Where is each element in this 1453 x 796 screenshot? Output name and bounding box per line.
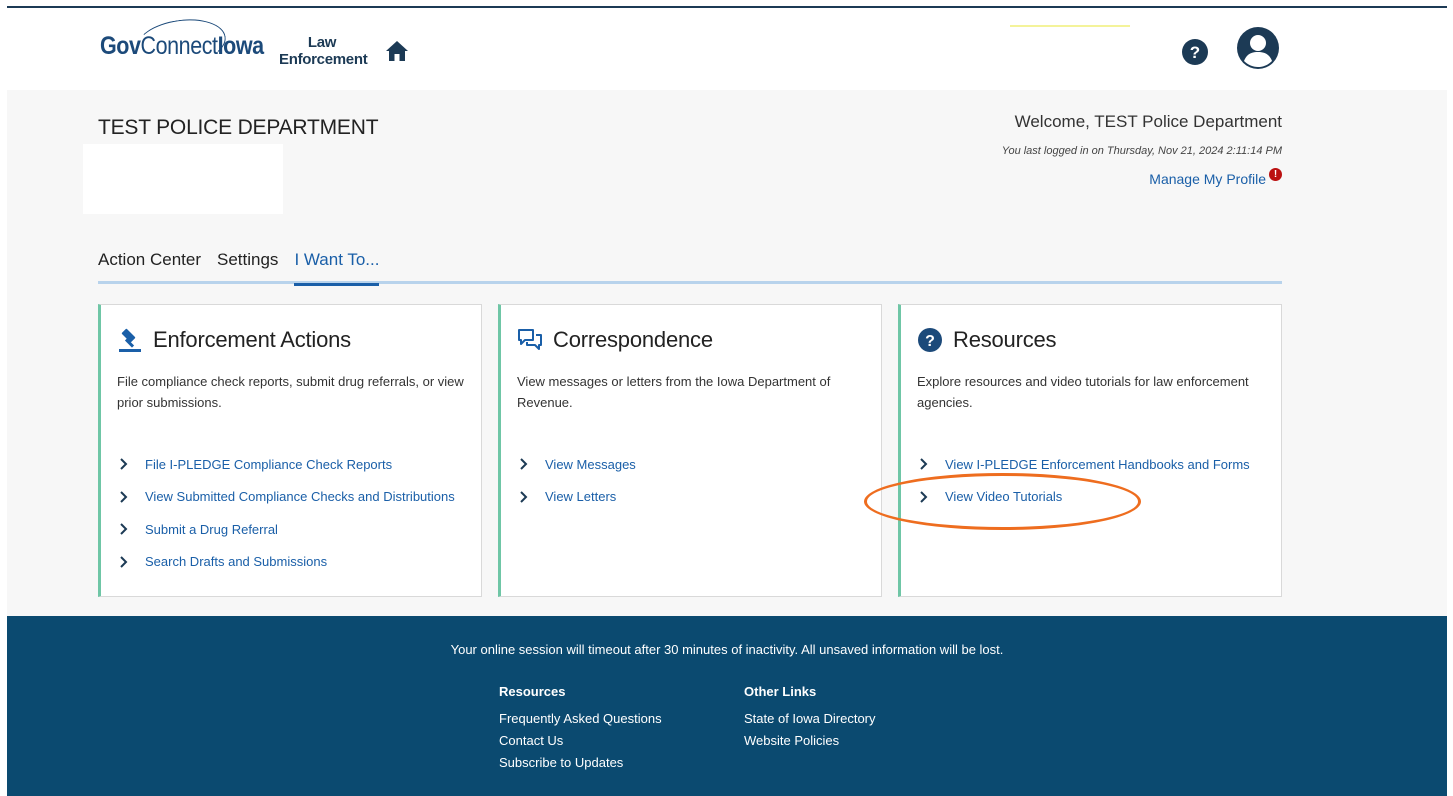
- chevron-right-icon: [120, 556, 128, 568]
- app-frame: GovConnectIowa Law Enforcement ? TEST PO…: [7, 6, 1447, 796]
- welcome-message: Welcome, TEST Police Department: [1014, 112, 1282, 131]
- chevron-right-icon: [520, 491, 528, 503]
- svg-text:?: ?: [925, 333, 935, 350]
- chevron-right-icon: [120, 458, 128, 470]
- chevron-right-icon: [520, 458, 528, 470]
- card-header: Enforcement Actions: [117, 327, 351, 353]
- home-icon[interactable]: [385, 40, 409, 62]
- card-title: Resources: [953, 327, 1057, 352]
- footer-resources-column: Resources Frequently Asked Questions Con…: [499, 684, 662, 774]
- main-tabs: Action Center Settings I Want To...: [98, 250, 395, 286]
- enforcement-actions-card: Enforcement Actions File compliance chec…: [98, 304, 482, 597]
- gavel-icon: [119, 328, 141, 352]
- footer-link-contact[interactable]: Contact Us: [499, 730, 662, 752]
- tab-i-want-to[interactable]: I Want To...: [294, 250, 380, 286]
- highlight-circle-annotation: [864, 473, 1141, 530]
- card-header: ? Resources: [917, 327, 1057, 353]
- footer-link-website-policies[interactable]: Website Policies: [744, 730, 876, 752]
- govconnect-logo[interactable]: GovConnectIowa: [100, 13, 290, 73]
- site-footer: Your online session will timeout after 3…: [7, 616, 1447, 796]
- app-name-line2: Enforcement: [279, 51, 368, 68]
- footer-other-links-column: Other Links State of Iowa Directory Webs…: [744, 684, 876, 752]
- user-account-icon[interactable]: [1236, 26, 1280, 70]
- tab-settings[interactable]: Settings: [217, 250, 278, 286]
- card-header: Correspondence: [517, 327, 713, 353]
- footer-resources-heading: Resources: [499, 684, 566, 699]
- department-title: TEST POLICE DEPARTMENT: [98, 116, 379, 139]
- footer-link-state-directory[interactable]: State of Iowa Directory: [744, 708, 876, 730]
- chevron-right-icon: [920, 458, 928, 470]
- footer-other-heading: Other Links: [744, 684, 817, 699]
- question-circle-icon: ?: [918, 328, 942, 352]
- profile-alert-badge: !: [1269, 168, 1282, 181]
- chat-bubbles-icon: [518, 329, 542, 350]
- link-view-letters[interactable]: View Letters: [519, 481, 636, 514]
- footer-link-subscribe[interactable]: Subscribe to Updates: [499, 752, 662, 774]
- link-view-submitted-checks[interactable]: View Submitted Compliance Checks and Dis…: [119, 481, 455, 514]
- card-title: Correspondence: [553, 327, 713, 352]
- correspondence-card: Correspondence View messages or letters …: [498, 304, 882, 597]
- chevron-right-icon: [120, 491, 128, 503]
- link-search-drafts[interactable]: Search Drafts and Submissions: [119, 546, 455, 579]
- top-header: GovConnectIowa Law Enforcement ?: [7, 8, 1447, 90]
- highlight-line: [1010, 25, 1130, 27]
- card-title: Enforcement Actions: [153, 327, 351, 352]
- link-submit-drug-referral[interactable]: Submit a Drug Referral: [119, 513, 455, 546]
- app-name: Law Enforcement: [279, 34, 368, 68]
- help-icon[interactable]: ?: [1181, 38, 1209, 66]
- card-description: File compliance check reports, submit dr…: [117, 374, 464, 410]
- link-file-compliance-reports[interactable]: File I-PLEDGE Compliance Check Reports: [119, 448, 455, 481]
- svg-text:?: ?: [1190, 43, 1200, 62]
- card-links: File I-PLEDGE Compliance Check Reports V…: [119, 448, 455, 578]
- app-name-line1: Law: [307, 34, 337, 51]
- card-description: Explore resources and video tutorials fo…: [917, 374, 1249, 410]
- card-description: View messages or letters from the Iowa D…: [517, 374, 831, 410]
- manage-profile-link[interactable]: Manage My Profile: [1149, 171, 1266, 187]
- chevron-right-icon: [120, 523, 128, 535]
- tab-action-center[interactable]: Action Center: [98, 250, 201, 286]
- last-login-text: You last logged in on Thursday, Nov 21, …: [1001, 145, 1282, 157]
- session-timeout-notice: Your online session will timeout after 3…: [450, 642, 1004, 657]
- card-links: View Messages View Letters: [519, 448, 636, 513]
- footer-link-faq[interactable]: Frequently Asked Questions: [499, 708, 662, 730]
- resources-card: ? Resources Explore resources and video …: [898, 304, 1282, 597]
- logo-text: GovConnectIowa: [100, 31, 264, 60]
- redacted-block: [83, 144, 283, 214]
- link-view-messages[interactable]: View Messages: [519, 448, 636, 481]
